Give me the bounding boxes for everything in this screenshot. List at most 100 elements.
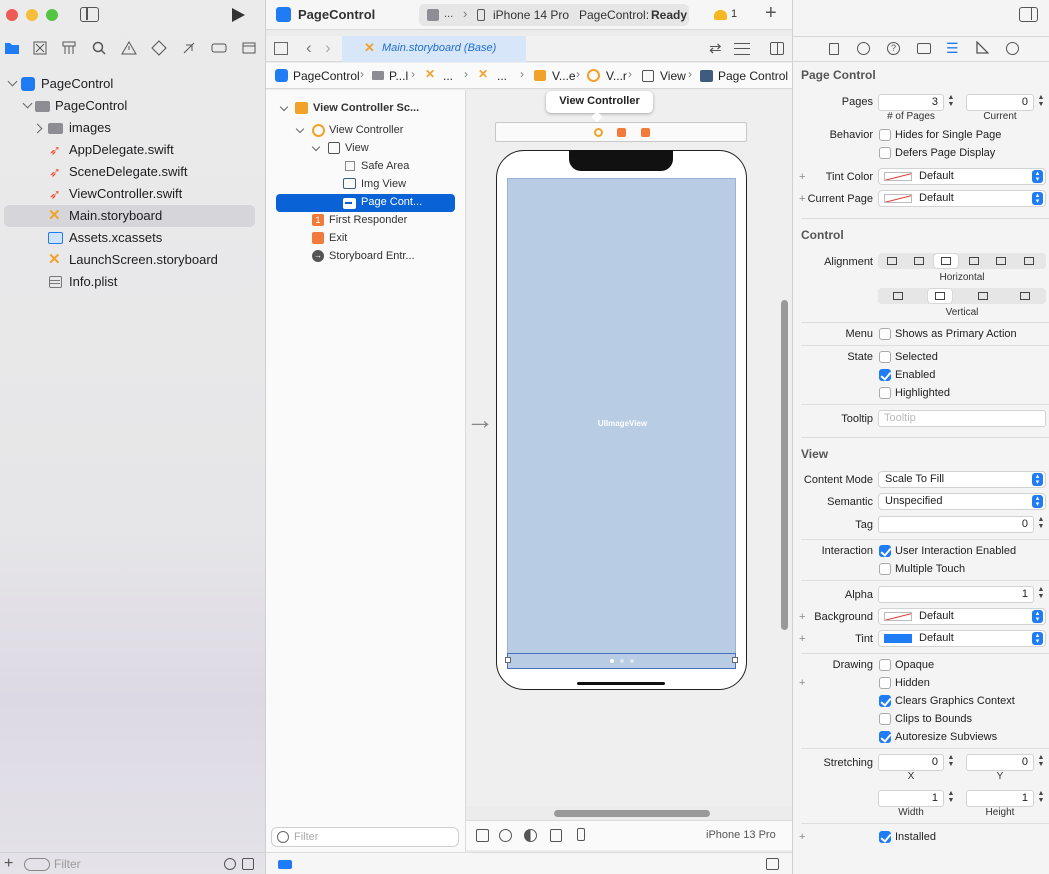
tree-item-images[interactable]: images: [0, 117, 262, 139]
align-leading-segment[interactable]: [962, 254, 986, 268]
sidebar-toggle-icon[interactable]: [80, 7, 99, 22]
report-icon[interactable]: [241, 40, 257, 56]
outline-view-controller[interactable]: View Controller: [329, 124, 403, 136]
content-mode-popup[interactable]: Scale To Fill ▴ ▾: [878, 471, 1046, 488]
related-items-icon[interactable]: ⇄: [709, 39, 722, 57]
hierarchy-icon[interactable]: [61, 40, 77, 56]
tree-item-file[interactable]: Info.plist: [0, 271, 262, 293]
scheme-name[interactable]: ...: [444, 8, 453, 20]
chevron-right-icon[interactable]: [32, 123, 43, 134]
search-icon[interactable]: [91, 40, 107, 56]
current-page-stepper[interactable]: ▲ ▼: [1036, 94, 1046, 111]
outline-filter-input[interactable]: Filter: [271, 827, 459, 847]
first-responder-icon[interactable]: [617, 128, 626, 137]
hides-single-checkbox[interactable]: [879, 129, 891, 141]
zoom-window-icon[interactable]: [46, 9, 58, 21]
clips-bounds-checkbox[interactable]: [879, 713, 891, 725]
vertical-scrollbar[interactable]: [781, 300, 788, 630]
tag-stepper[interactable]: ▲ ▼: [1036, 516, 1046, 533]
stretch-width-input[interactable]: 1: [878, 790, 944, 807]
page-control-selection[interactable]: [505, 653, 738, 669]
device-selector[interactable]: iPhone 14 Pro: [493, 8, 569, 22]
opaque-checkbox[interactable]: [879, 659, 891, 671]
test-icon[interactable]: [151, 40, 167, 56]
tint-popup[interactable]: Default ▴ ▾: [878, 630, 1046, 647]
stretch-y-stepper[interactable]: ▲ ▼: [1036, 754, 1046, 771]
defers-checkbox[interactable]: [879, 147, 891, 159]
tree-item-project[interactable]: PageControl: [0, 73, 262, 95]
size-inspector-icon[interactable]: [976, 41, 989, 54]
alpha-stepper[interactable]: ▲ ▼: [1036, 586, 1046, 603]
outline-storyboard-entry[interactable]: Storyboard Entr...: [329, 250, 415, 262]
accessibility-icon[interactable]: [499, 829, 512, 842]
align-right-segment[interactable]: [989, 254, 1013, 268]
valign-top-segment[interactable]: [886, 289, 910, 303]
clears-context-checkbox[interactable]: [879, 695, 891, 707]
file-inspector-icon[interactable]: [829, 43, 839, 55]
tree-item-file[interactable]: ➶ ViewController.swift: [0, 183, 262, 205]
chevron-down-icon[interactable]: [22, 98, 33, 109]
attributes-inspector-icon[interactable]: ☰: [946, 41, 959, 55]
enabled-checkbox[interactable]: [879, 369, 891, 381]
outline-toggle-icon[interactable]: [476, 829, 489, 842]
outline-page-control-selected[interactable]: Page Cont...: [276, 194, 455, 212]
breadcrumb-item[interactable]: ...: [497, 69, 507, 83]
orientation-icon[interactable]: [550, 829, 562, 842]
tag-input[interactable]: 0: [878, 516, 1034, 533]
valign-center-segment[interactable]: [928, 289, 952, 303]
warning-icon[interactable]: [121, 40, 137, 56]
chevron-down-icon[interactable]: [279, 102, 289, 112]
scene-dock[interactable]: [495, 122, 747, 142]
close-window-icon[interactable]: [6, 9, 18, 21]
user-interaction-checkbox[interactable]: [879, 545, 891, 557]
align-center-segment[interactable]: [907, 254, 931, 268]
stretch-x-stepper[interactable]: ▲ ▼: [946, 754, 956, 771]
editor-options-icon[interactable]: [734, 43, 750, 55]
forward-icon[interactable]: ›: [325, 38, 331, 58]
outline-safe-area[interactable]: Safe Area: [361, 160, 409, 172]
current-page-color-popup[interactable]: Default ▴ ▾: [878, 190, 1046, 207]
breadcrumb-item[interactable]: View: [660, 69, 686, 83]
pages-stepper[interactable]: ▲ ▼: [946, 94, 956, 111]
view-controller-icon[interactable]: [594, 128, 603, 137]
inspector-toggle-icon[interactable]: [1019, 7, 1038, 22]
identity-icon[interactable]: [917, 43, 931, 54]
stretch-y-input[interactable]: 0: [966, 754, 1034, 771]
outline-view[interactable]: View: [345, 142, 369, 154]
semantic-popup[interactable]: Unspecified ▴ ▾: [878, 493, 1046, 510]
source-control-icon[interactable]: [32, 40, 48, 56]
highlighted-checkbox[interactable]: [879, 387, 891, 399]
warning-icon[interactable]: [714, 10, 727, 20]
stretch-height-stepper[interactable]: ▲ ▼: [1036, 790, 1046, 807]
add-icon[interactable]: +: [765, 2, 777, 25]
tooltip-input[interactable]: Tooltip: [878, 410, 1046, 427]
tint-color-popup[interactable]: Default ▴ ▾: [878, 168, 1046, 185]
split-editor-icon[interactable]: [770, 42, 784, 55]
connections-icon[interactable]: [1006, 42, 1019, 55]
outline-img-view[interactable]: Img View: [361, 178, 406, 190]
valign-fill-segment[interactable]: [1013, 289, 1037, 303]
breadcrumb-item[interactable]: V...r: [606, 69, 627, 83]
source-filter-icon[interactable]: [242, 858, 254, 870]
chevron-down-icon[interactable]: [295, 124, 305, 134]
storyboard-canvas[interactable]: View Controller → UIImageView: [466, 90, 792, 817]
outline-first-responder[interactable]: First Responder: [329, 214, 407, 226]
align-fill-segment[interactable]: [934, 254, 958, 268]
help-icon[interactable]: ?: [887, 42, 900, 55]
current-page-input[interactable]: 0: [966, 94, 1034, 111]
exit-icon[interactable]: [641, 128, 650, 137]
breadcrumb-item[interactable]: V...e: [552, 69, 576, 83]
chevron-down-icon[interactable]: [7, 76, 18, 87]
selected-checkbox[interactable]: [879, 351, 891, 363]
outline-exit[interactable]: Exit: [329, 232, 347, 244]
phone-icon[interactable]: [577, 828, 585, 841]
autoresize-checkbox[interactable]: [879, 731, 891, 743]
align-left-segment[interactable]: [880, 254, 904, 268]
breadcrumb-item[interactable]: ...: [443, 69, 453, 83]
align-trailing-segment[interactable]: [1017, 254, 1041, 268]
scheme-status-area[interactable]: ... › iPhone 14 Pro PageControl: Ready: [419, 4, 689, 26]
stretch-x-input[interactable]: 0: [878, 754, 944, 771]
debug-area-icon[interactable]: [278, 860, 292, 869]
add-icon[interactable]: +: [4, 855, 13, 873]
minimize-window-icon[interactable]: [26, 9, 38, 21]
